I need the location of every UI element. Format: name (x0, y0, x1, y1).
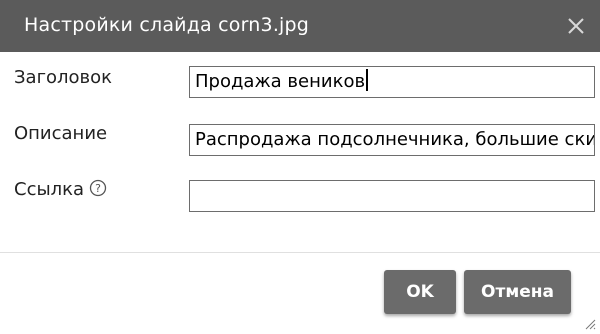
cancel-button[interactable]: Отмена (464, 270, 571, 314)
question-circle-icon[interactable]: ? (89, 179, 107, 197)
link-input[interactable] (189, 180, 595, 212)
dialog-titlebar[interactable]: Настройки слайда corn3.jpg (0, 0, 600, 52)
slide-settings-dialog: Настройки слайда corn3.jpg Заголовок Про… (0, 0, 600, 334)
description-input[interactable]: Распродажа подсолнечника, большие скидки (189, 124, 595, 156)
title-label: Заголовок (14, 67, 113, 88)
title-input[interactable]: Продажа веников (189, 66, 595, 98)
description-input-value: Распродажа подсолнечника, большие скидки (195, 129, 595, 150)
close-icon[interactable] (562, 12, 590, 40)
ok-button[interactable]: OK (384, 270, 456, 314)
link-label: Ссылка (14, 179, 85, 200)
footer-divider (0, 252, 600, 253)
link-label-row: Ссылка? (14, 178, 107, 202)
text-caret (366, 69, 369, 91)
resize-grip-icon[interactable] (584, 318, 596, 330)
description-label: Описание (14, 123, 108, 144)
svg-text:?: ? (95, 182, 101, 195)
dialog-title: Настройки слайда corn3.jpg (24, 14, 310, 36)
title-input-value: Продажа веников (195, 71, 366, 92)
